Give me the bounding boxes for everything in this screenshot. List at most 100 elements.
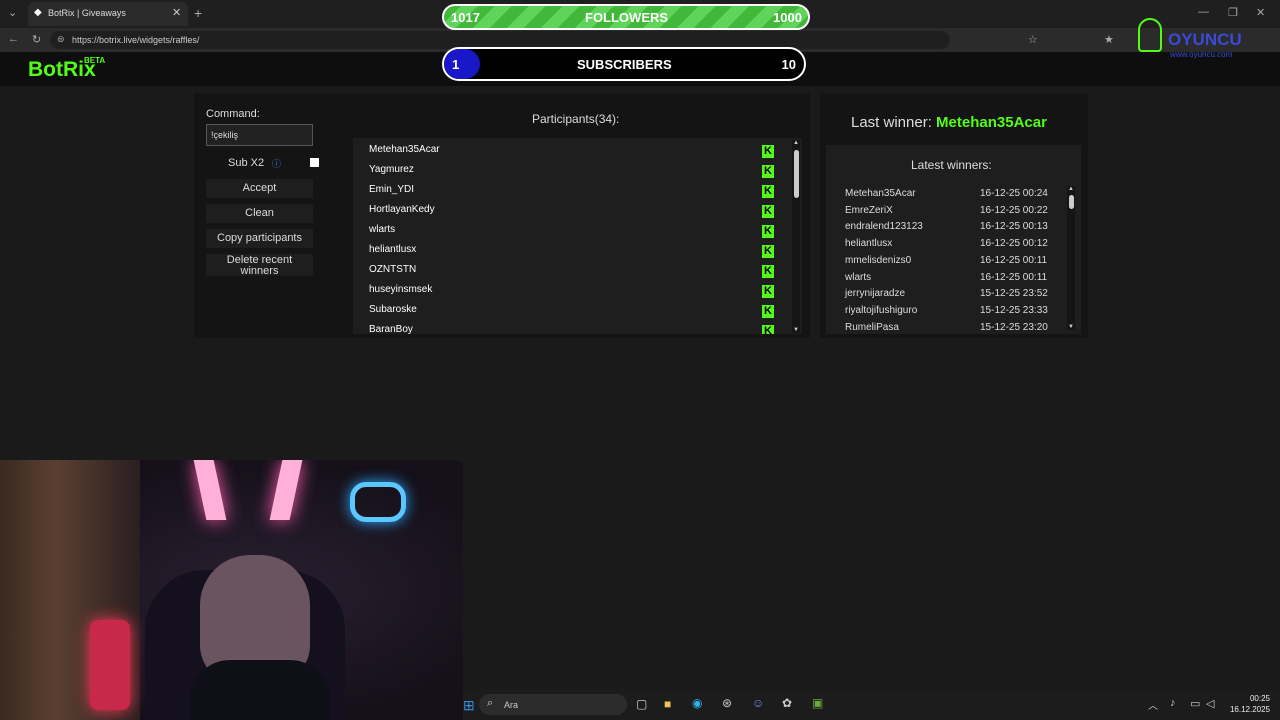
scroll-up-icon[interactable]: ▲ — [793, 140, 799, 146]
tab-list-icon[interactable]: ⌄ — [8, 6, 17, 19]
followers-label: FOLLOWERS — [585, 10, 669, 25]
tray-chevron-icon[interactable]: ︿ — [1148, 697, 1158, 712]
subscribers-count: 1 — [452, 57, 460, 72]
scroll-down-icon[interactable]: ▼ — [793, 327, 799, 333]
subscribers-goal: 10 — [781, 57, 796, 72]
kick-icon: K — [762, 265, 774, 278]
site-info-icon[interactable]: ⊜ — [57, 34, 65, 45]
kick-icon: K — [762, 225, 774, 238]
winner-name: heliantlusx — [845, 238, 893, 250]
participant-name: HortlayanKedy — [369, 204, 435, 215]
watermark-subtext: www.oyuncu.com — [1170, 50, 1233, 59]
neon-light-right — [269, 460, 303, 520]
clock-time[interactable]: 00:25 — [1238, 694, 1270, 703]
volume-icon[interactable]: ◁ — [1206, 697, 1214, 710]
command-input[interactable] — [206, 124, 313, 146]
minimize-button[interactable]: — — [1198, 6, 1209, 18]
participant-name: OZNTSTN — [369, 264, 417, 275]
new-tab-button[interactable]: + — [194, 5, 202, 21]
followers-goal-bar: 1017 FOLLOWERS 1000 — [442, 4, 810, 30]
participants-list[interactable]: Metehan35Acar K Yagmurez K Emin_YDI K Hortlaya… — [353, 138, 802, 334]
chatgpt-icon[interactable]: ✿ — [782, 696, 792, 710]
discord-icon[interactable]: ☺ — [752, 696, 764, 710]
winner-time: 15-12-25 23:20 — [980, 321, 1048, 333]
kick-icon: K — [762, 245, 774, 258]
network-icon[interactable]: ▭ — [1190, 697, 1200, 710]
participants-scrollbar[interactable]: ▲ ▼ — [792, 140, 800, 333]
beta-badge: BETA — [84, 56, 106, 65]
clock-date[interactable]: 16.12.2025 — [1224, 705, 1270, 714]
browser-tab[interactable]: ◆ BotRix | Giveaways ✕ — [28, 2, 188, 26]
winner-name: mmelisdenizs0 — [845, 254, 912, 266]
participant-name: Yagmurez — [369, 164, 414, 175]
task-view-icon[interactable]: ▢ — [636, 697, 647, 711]
microphone-tray-icon[interactable]: ♪ — [1170, 697, 1176, 709]
start-icon[interactable]: ⊞ — [463, 697, 475, 714]
reload-icon[interactable]: ↻ — [32, 33, 41, 46]
site-favicon-icon: ◆ — [34, 7, 42, 18]
url-text: https://botrix.live/widgets/raffles/ — [72, 35, 200, 45]
restore-button[interactable]: ❐ — [1228, 6, 1238, 19]
followers-goal: 1000 — [773, 10, 802, 25]
close-window-button[interactable]: ✕ — [1256, 6, 1265, 19]
taskbar-search[interactable]: ⌕ Ara — [479, 694, 627, 715]
winner-time: 16-12-25 00:13 — [980, 221, 1048, 233]
followers-count: 1017 — [451, 10, 480, 25]
winners-scroll-down-icon[interactable]: ▼ — [1068, 324, 1074, 330]
winner-time: 16-12-25 00:22 — [980, 204, 1048, 216]
search-placeholder: Ara — [504, 700, 519, 710]
delete-recent-winners-button[interactable]: Delete recent winners — [206, 254, 313, 277]
delete-label-line2: winners — [240, 265, 279, 277]
clean-button[interactable]: Clean — [206, 204, 313, 223]
kick-icon: K — [762, 285, 774, 298]
winner-time: 16-12-25 00:24 — [980, 188, 1048, 199]
sub-x2-label: Sub X2 — [228, 157, 265, 169]
winners-scrollbar[interactable]: ▲ ▼ — [1067, 186, 1075, 330]
watermark-mascot-icon — [1138, 18, 1162, 52]
search-icon: ⌕ — [487, 697, 494, 709]
favorite-icon[interactable]: ☆ — [1028, 33, 1038, 46]
tab-title: BotRix | Giveaways — [48, 8, 126, 18]
winner-name: Metehan35Acar — [845, 188, 916, 199]
back-icon[interactable]: ← — [8, 33, 19, 45]
subscribers-goal-bar: 1 SUBSCRIBERS 10 — [442, 47, 806, 81]
steam-icon[interactable]: ⊛ — [722, 696, 732, 710]
edge-icon[interactable]: ◉ — [692, 696, 702, 710]
info-icon[interactable]: ⓘ — [272, 157, 281, 170]
participant-name: heliantlusx — [369, 244, 417, 255]
copy-participants-button[interactable]: Copy participants — [206, 229, 313, 248]
winner-time: 15-12-25 23:52 — [980, 288, 1048, 300]
tab-close-icon[interactable]: ✕ — [172, 6, 181, 19]
kick-icon: K — [762, 185, 774, 198]
winner-time: 16-12-25 00:11 — [980, 271, 1048, 283]
watermark-text: OYUNCU — [1168, 30, 1242, 49]
participant-name: wlarts — [369, 224, 396, 235]
last-winner-name: Metehan35Acar — [936, 114, 1047, 131]
participants-title: Participants(34): — [532, 112, 620, 126]
participant-name: BaranBoy — [369, 324, 413, 334]
webcam-feed — [0, 460, 463, 720]
winners-scroll-thumb[interactable] — [1069, 195, 1074, 209]
winner-name: riyaltojifushiguro — [845, 304, 918, 316]
participant-name: Subaroske — [369, 304, 417, 315]
neon-light-left — [193, 460, 227, 520]
sub-x2-checkbox[interactable] — [310, 158, 319, 167]
command-label: Command: — [206, 108, 260, 120]
accept-button[interactable]: Accept — [206, 179, 313, 198]
last-winner-line: Last winner: Metehan35Acar — [851, 114, 1047, 131]
winner-name: RumeliPasa — [845, 321, 899, 333]
scroll-thumb[interactable] — [794, 150, 799, 198]
latest-winners-title: Latest winners: — [911, 158, 992, 172]
kick-icon: K — [762, 205, 774, 218]
file-explorer-icon[interactable]: ■ — [664, 697, 671, 711]
winners-scroll-up-icon[interactable]: ▲ — [1068, 186, 1074, 192]
favorites-bar-icon[interactable]: ★ — [1104, 33, 1114, 46]
minecraft-icon[interactable]: ▣ — [812, 696, 823, 710]
winner-time: 15-12-25 23:33 — [980, 304, 1048, 316]
last-winner-label: Last winner: — [851, 114, 932, 131]
winner-name: endralend123123 — [845, 221, 923, 233]
streamer-shirt — [190, 660, 330, 720]
kick-icon: K — [762, 325, 774, 334]
neon-gamepad-icon — [350, 482, 406, 522]
winner-time: 16-12-25 00:12 — [980, 238, 1048, 250]
